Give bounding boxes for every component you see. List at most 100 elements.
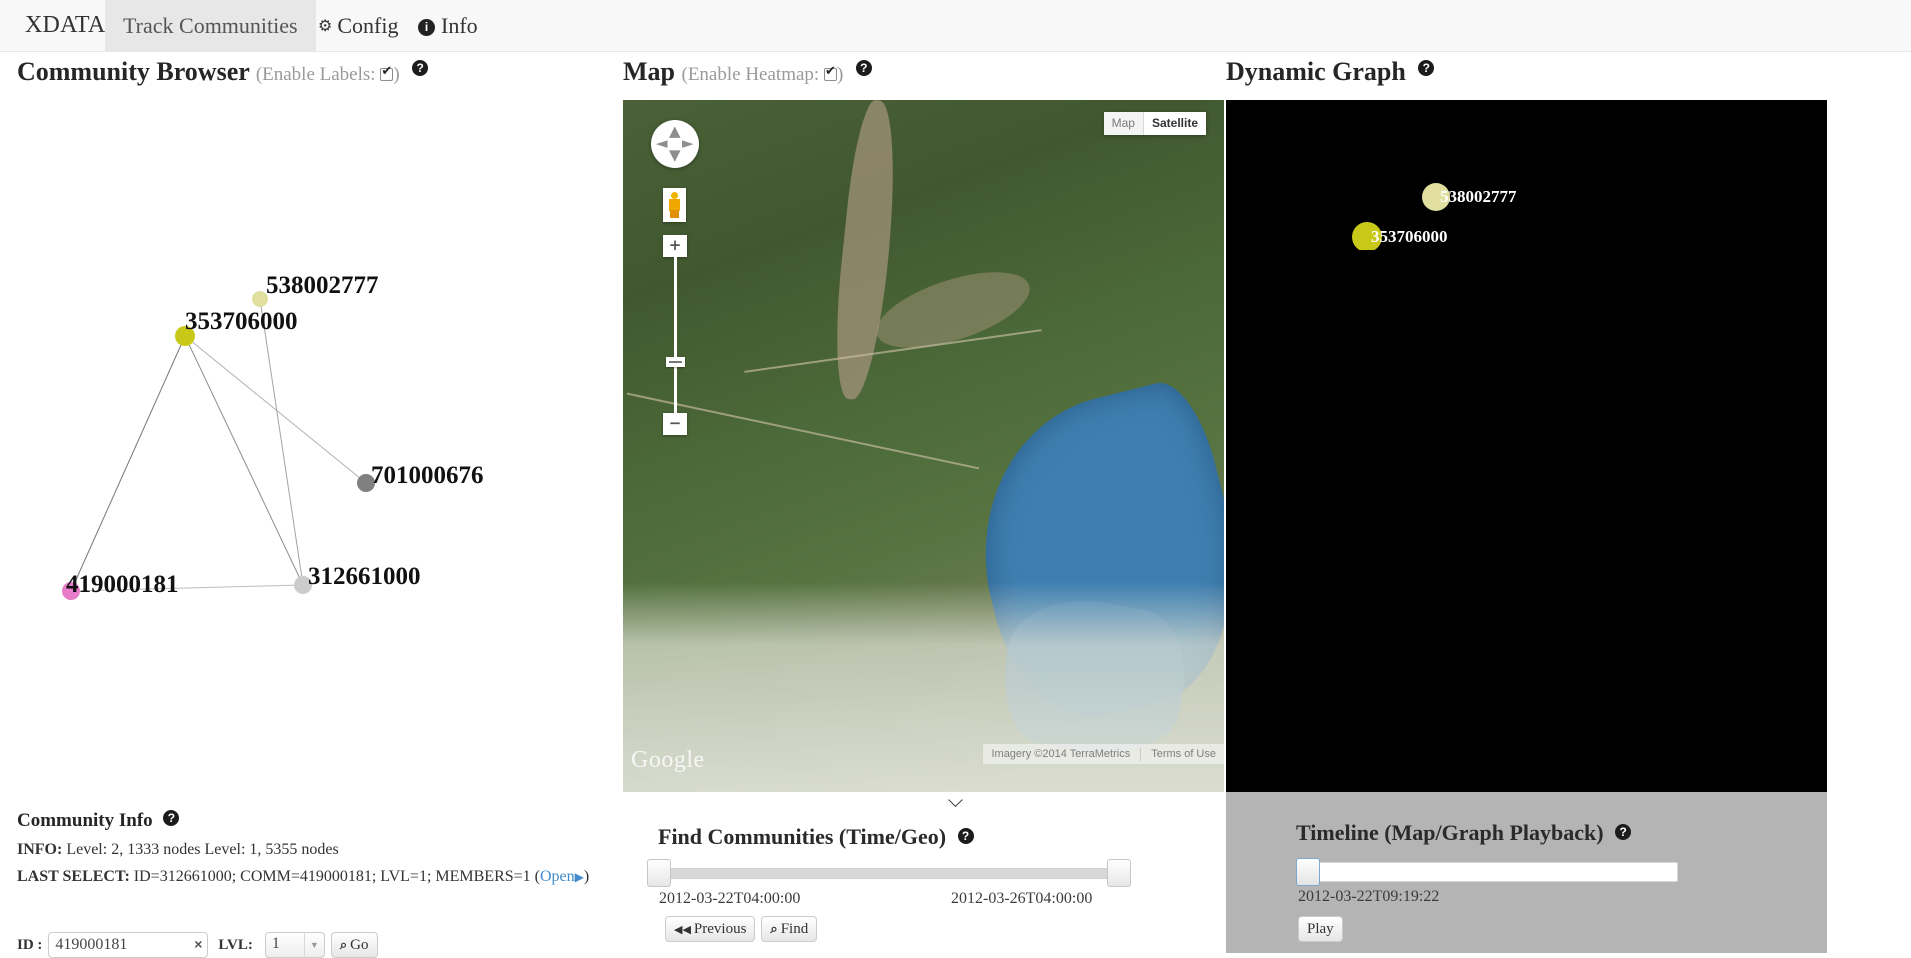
time-range-end-handle[interactable] (1107, 859, 1131, 887)
attribution-divider (1140, 747, 1142, 761)
last-select-value: ID=312661000; COMM=419000181; LVL=1; MEM… (133, 868, 531, 885)
map-help-icon[interactable]: ? (855, 60, 872, 76)
id-input[interactable] (49, 933, 190, 957)
open-link-label: Open (540, 868, 575, 885)
enable-heatmap-checkbox[interactable] (823, 64, 837, 81)
enable-labels-prefix: (Enable Labels: (255, 64, 381, 85)
pan-down-icon[interactable]: ▼ (669, 146, 681, 164)
graph-node-label: 701000676 (371, 462, 484, 489)
graph-edge (259, 298, 304, 586)
dynamic-graph-panel[interactable]: 5380027773537060007010006763126610004190… (1226, 100, 1827, 792)
id-lookup-form[interactable]: ID : × LVL: 1 ▼ ⌕ Go (17, 932, 378, 958)
community-browser-title: Community Browser (17, 57, 250, 86)
dynamic-graph-title: Dynamic Graph (1226, 57, 1406, 86)
graph-node-label: 353706000 (185, 308, 298, 335)
map-title: Map (623, 57, 675, 86)
find-communities-panel: Find Communities (Time/Geo) ? 2012-03-22… (623, 796, 1224, 953)
map-type-map[interactable]: Map (1103, 112, 1143, 135)
info-circle-icon: i (418, 19, 435, 36)
zoom-slider-knob[interactable] (666, 357, 685, 367)
community-info-panel: Community Info ? INFO: Level: 2, 1333 no… (0, 810, 612, 958)
info-row: INFO: Level: 2, 1333 nodes Level: 1, 535… (17, 841, 612, 859)
pan-left-icon[interactable]: ◄ (656, 134, 668, 152)
open-link[interactable]: Open▶ (540, 868, 584, 885)
chevron-down-icon[interactable]: ▼ (303, 933, 324, 957)
open-paren-right: ) (583, 868, 590, 885)
last-select-row: LAST SELECT: ID=312661000; COMM=41900018… (17, 868, 612, 886)
id-field-label: ID : (17, 936, 43, 953)
zoom-track[interactable] (674, 257, 677, 413)
find-buttons-group[interactable]: ◀◀ Previous ⌕ Find (665, 916, 818, 942)
pegman-legs (670, 210, 679, 218)
zoom-out-button[interactable]: − (663, 413, 687, 435)
dynamic-graph-canvas[interactable]: 5380027773537060007010006763126610004190… (1226, 100, 1526, 250)
search-icon: ⌕ (339, 937, 348, 953)
community-browser-panel[interactable]: 538002777 353706000 701000676 312661000 4190… (0, 96, 612, 756)
timeline-help-icon[interactable]: ? (1615, 824, 1632, 840)
nav-tab-track-communities[interactable]: Track Communities (105, 0, 316, 51)
id-input-wrapper[interactable]: × (48, 932, 209, 958)
search-icon: ⌕ (770, 921, 778, 937)
nav-tab-config-label: Config (337, 13, 399, 38)
community-info-title: Community Info (17, 810, 153, 831)
map-panel[interactable]: 353706000419000181538002777 ▲ ▼ ◄ ► + − … (623, 100, 1224, 792)
map-pan-control[interactable]: ▲ ▼ ◄ ► (651, 120, 699, 168)
previous-button[interactable]: ◀◀ Previous (665, 916, 756, 942)
map-zoom-control[interactable]: + − (663, 235, 687, 435)
go-button[interactable]: ⌕ Go (330, 932, 378, 958)
time-range-end-label: 2012-03-26T04:00:00 (951, 890, 1093, 907)
lvl-select[interactable]: 1 ▼ (264, 932, 325, 958)
map-type-switcher[interactable]: Map Satellite (1103, 112, 1206, 135)
time-range-slider[interactable] (658, 868, 1118, 879)
community-browser-graph[interactable]: 538002777 353706000 701000676 312661000 4190… (0, 96, 612, 756)
find-communities-header: Find Communities (Time/Geo) ? (658, 824, 974, 850)
enable-heatmap-toggle[interactable]: (Enable Heatmap: ) (682, 64, 844, 85)
pan-up-icon[interactable]: ▲ (669, 122, 681, 140)
nav-tab-config[interactable]: ⚙ Config (300, 0, 416, 51)
time-range-start-handle[interactable] (647, 859, 671, 887)
top-navbar: XDATA Track Communities ⚙ Config i Info (0, 0, 1911, 52)
pegman-head (671, 192, 678, 199)
community-info-help-icon[interactable]: ? (163, 810, 180, 826)
timeline-current-time: 2012-03-22T09:19:22 (1298, 888, 1440, 905)
nav-tab-info-label: Info (441, 13, 478, 38)
map-type-satellite[interactable]: Satellite (1142, 112, 1206, 135)
enable-labels-toggle[interactable]: (Enable Labels: ) (256, 64, 400, 85)
graph-edge (70, 335, 186, 592)
graph-node-label: 312661000 (308, 563, 421, 590)
enable-labels-checkbox[interactable] (380, 64, 394, 81)
find-communities-help-icon[interactable]: ? (957, 828, 974, 844)
map-terms-of-use[interactable]: Terms of Use (1151, 748, 1216, 760)
find-communities-title: Find Communities (Time/Geo) (658, 824, 947, 849)
dynamic-graph-header: Dynamic Graph ? (1226, 57, 1435, 87)
lvl-field-label: LVL: (218, 936, 253, 953)
nav-tab-info[interactable]: i Info (400, 0, 496, 51)
enable-labels-suffix: ) (393, 64, 400, 85)
pan-right-icon[interactable]: ► (682, 134, 694, 152)
map-attribution: Imagery ©2014 TerraMetrics Terms of Use (983, 744, 1224, 764)
dynamic-graph-help-icon[interactable]: ? (1418, 60, 1435, 76)
dynamic-graph-node-label: 353706000 (1371, 227, 1448, 246)
timeline-panel: Timeline (Map/Graph Playback) ? 2012-03-… (1226, 792, 1827, 953)
pegman-streetview-icon[interactable] (663, 188, 686, 222)
map-header: Map (Enable Heatmap: ) ? (623, 57, 872, 87)
enable-heatmap-suffix: ) (836, 64, 844, 85)
graph-edge (184, 335, 304, 586)
timeline-header: Timeline (Map/Graph Playback) ? (1296, 820, 1632, 846)
community-browser-header: Community Browser (Enable Labels: ) ? (17, 57, 429, 87)
play-button[interactable]: Play (1298, 916, 1343, 942)
zoom-in-button[interactable]: + (663, 235, 687, 257)
brand-xdata[interactable]: XDATA (17, 0, 113, 51)
nav-tab-track-communities-label: Track Communities (123, 13, 298, 38)
timeline-slider-handle[interactable] (1296, 858, 1320, 886)
last-select-label: LAST SELECT: (17, 868, 130, 885)
info-label: INFO: (17, 841, 63, 858)
find-button[interactable]: ⌕ Find (761, 916, 818, 942)
go-button-label: Go (350, 936, 369, 953)
clear-icon[interactable]: × (194, 936, 202, 952)
enable-heatmap-prefix: (Enable Heatmap: (681, 64, 824, 85)
rewind-icon: ◀◀ (674, 922, 691, 936)
timeline-slider-rail[interactable] (1298, 862, 1678, 882)
community-browser-help-icon[interactable]: ? (412, 60, 429, 76)
time-range-start-label: 2012-03-22T04:00:00 (659, 890, 801, 907)
